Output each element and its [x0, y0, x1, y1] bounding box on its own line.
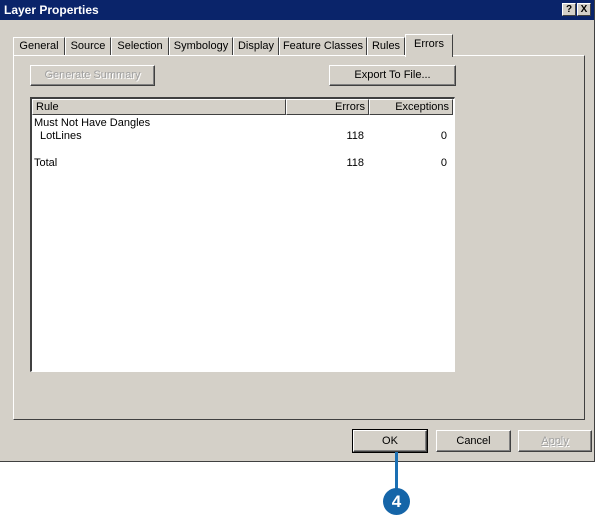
tab-feature-classes[interactable]: Feature Classes — [279, 37, 367, 56]
close-icon: X — [580, 4, 588, 15]
tab-rules[interactable]: Rules — [367, 37, 405, 56]
exceptions-cell: 0 — [440, 157, 447, 169]
cancel-button[interactable]: Cancel — [436, 430, 511, 452]
tab-symbology[interactable]: Symbology — [169, 37, 233, 56]
column-header-rule[interactable]: Rule — [32, 99, 286, 115]
tab-general[interactable]: General — [13, 37, 65, 56]
ok-button[interactable]: OK — [352, 429, 428, 453]
tab-display[interactable]: Display — [233, 37, 279, 56]
error-summary-table[interactable]: Rule Errors Exceptions Must Not Have Dan… — [30, 97, 455, 372]
step-callout: 4 — [383, 488, 410, 515]
title-bar[interactable]: Layer Properties ? X — [0, 0, 594, 20]
export-to-file-button[interactable]: Export To File... — [329, 65, 456, 86]
apply-button[interactable]: Apply — [518, 430, 592, 452]
window-title: Layer Properties — [4, 3, 99, 17]
tab-selection[interactable]: Selection — [111, 37, 169, 56]
rule-cell: LotLines — [40, 130, 82, 142]
close-button[interactable]: X — [577, 3, 591, 16]
errors-cell: 118 — [346, 157, 364, 169]
generate-summary-button[interactable]: Generate Summary — [30, 65, 155, 86]
rule-cell: Total — [34, 157, 58, 169]
rule-cell: Must Not Have Dangles — [34, 117, 151, 129]
column-header-errors[interactable]: Errors — [286, 99, 369, 115]
callout-pointer — [395, 452, 398, 492]
column-header-exceptions[interactable]: Exceptions — [369, 99, 453, 115]
errors-cell: 118 — [346, 130, 364, 142]
layer-properties-dialog: Layer Properties ? X General Source Sele… — [0, 0, 595, 462]
tab-source[interactable]: Source — [65, 37, 111, 56]
help-button[interactable]: ? — [562, 3, 576, 16]
tab-errors[interactable]: Errors — [405, 34, 453, 57]
exceptions-cell: 0 — [440, 130, 447, 142]
help-icon: ? — [565, 4, 573, 15]
